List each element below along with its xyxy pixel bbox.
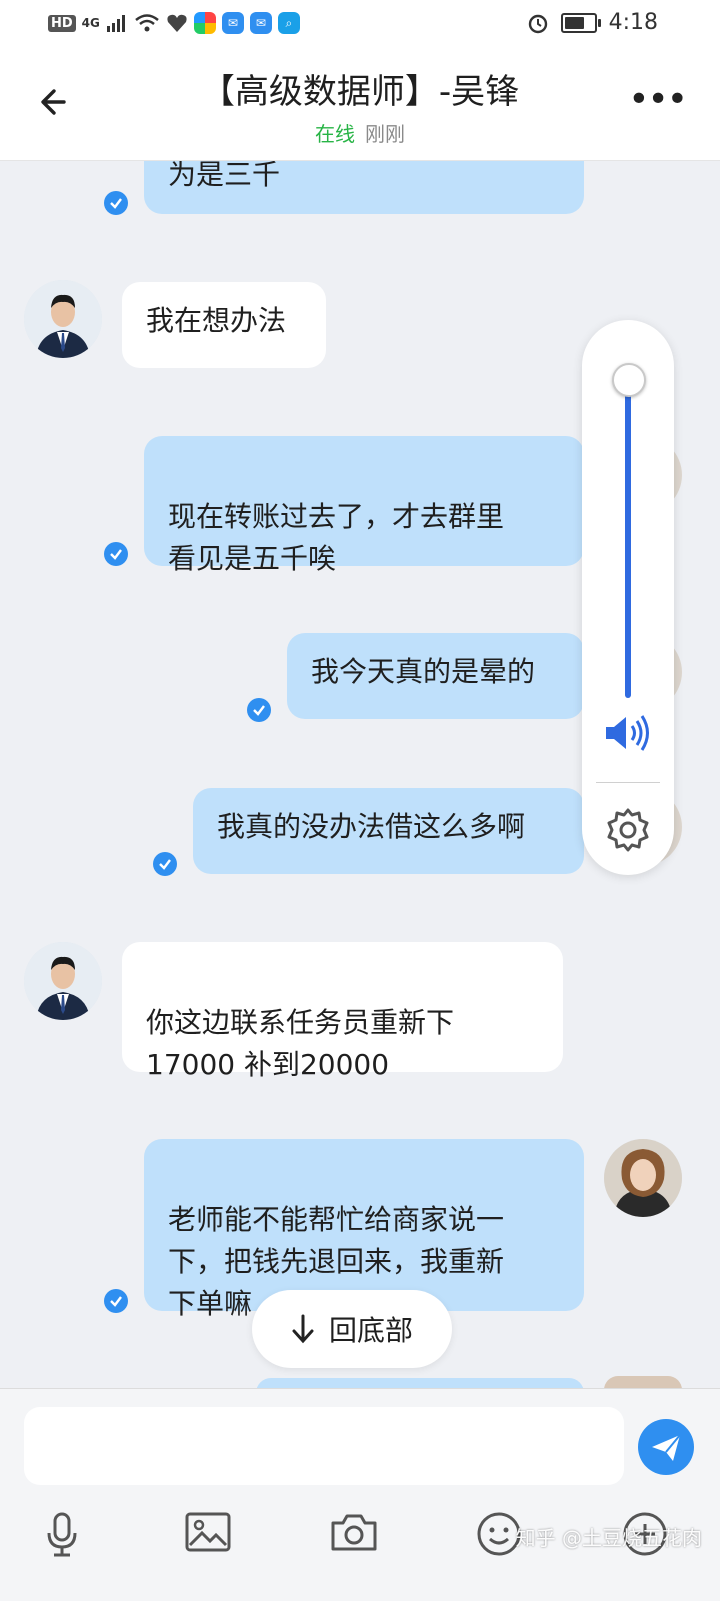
down-arrow-icon [292, 1314, 314, 1344]
volume-divider [596, 782, 660, 783]
volume-fill [625, 378, 631, 698]
status-right: 4:18 [527, 10, 658, 35]
user-avatar[interactable] [604, 1139, 682, 1217]
hd-badge: HD [48, 14, 76, 32]
volume-panel[interactable] [582, 320, 674, 875]
chat-title: 【高级数据师】-吴锋 [200, 72, 520, 112]
status-left-icons: HD 4G ✉ ✉ ⌕ [48, 12, 300, 34]
watermark: 知乎 @土豆烧五花肉 [515, 1526, 702, 1550]
back-to-bottom-label: 回底部 [328, 1314, 413, 1347]
send-button[interactable] [638, 1419, 694, 1475]
back-to-bottom-button[interactable]: 回底部 [252, 1290, 452, 1368]
camera-icon[interactable] [330, 1511, 378, 1553]
message-text: 我今天真的是晕的 [311, 655, 536, 688]
message-text: 我在想办法 [146, 304, 287, 337]
message-bubble[interactable]: 我真的没办法借这么多啊 [193, 788, 584, 874]
contact-avatar[interactable] [24, 280, 102, 358]
send-icon [652, 1434, 681, 1461]
microphone-icon[interactable] [44, 1511, 80, 1559]
read-check-icon [104, 191, 128, 215]
message-bubble[interactable]: 老师能不能帮忙给商家说一 下，把钱先退回来，我重新 下单嘛 [144, 1139, 584, 1320]
settings-gear-icon[interactable] [604, 806, 652, 854]
speaker-icon[interactable] [602, 713, 654, 753]
alarm-icon [528, 14, 547, 33]
wifi-icon [135, 14, 159, 32]
read-check-icon [104, 542, 128, 566]
battery-icon [560, 12, 601, 33]
message-app-icon-2: ✉ [249, 12, 272, 34]
contact-avatar[interactable] [24, 942, 102, 1020]
message-text: 现在转账过去了，才去群里 看见是五千唉 [168, 500, 505, 575]
volume-slider-thumb[interactable] [612, 363, 646, 397]
chat-header: 【高级数据师】-吴锋 在线 刚刚 ••• [0, 48, 720, 160]
online-status: 在线 [315, 122, 355, 146]
message-bubble[interactable]: 我在想办法 [122, 282, 326, 368]
search-app-icon: ⌕ [277, 12, 300, 34]
clock: 4:18 [608, 10, 658, 35]
last-seen: 刚刚 [365, 122, 405, 146]
message-input[interactable] [24, 1407, 624, 1485]
message-text: 我真的没办法借这么多啊 [217, 810, 526, 843]
message-bubble[interactable]: 你这边联系任务员重新下 17000 补到20000 [122, 942, 563, 1081]
input-area [0, 1388, 720, 1601]
read-check-icon [153, 852, 177, 876]
signal-icon [106, 15, 125, 32]
message-text: 为是三千 [168, 158, 281, 191]
network-type: 4G [81, 16, 100, 30]
message-bubble[interactable]: 我今天真的是晕的 [287, 633, 584, 719]
message-text: 你这边联系任务员重新下 17000 补到20000 [146, 1006, 455, 1081]
read-check-icon [104, 1289, 128, 1313]
read-check-icon [247, 698, 271, 722]
health-icon [167, 14, 187, 33]
image-icon[interactable] [184, 1511, 232, 1553]
message-app-icon: ✉ [221, 12, 244, 34]
message-bubble[interactable]: 现在转账过去了，才去群里 看见是五千唉 [144, 436, 584, 575]
more-icon[interactable]: ••• [628, 82, 688, 118]
chat-status: 在线 刚刚 [0, 118, 720, 147]
status-bar: HD 4G ✉ ✉ ⌕ 4:18 [0, 0, 720, 48]
app-color-icon [193, 12, 216, 34]
